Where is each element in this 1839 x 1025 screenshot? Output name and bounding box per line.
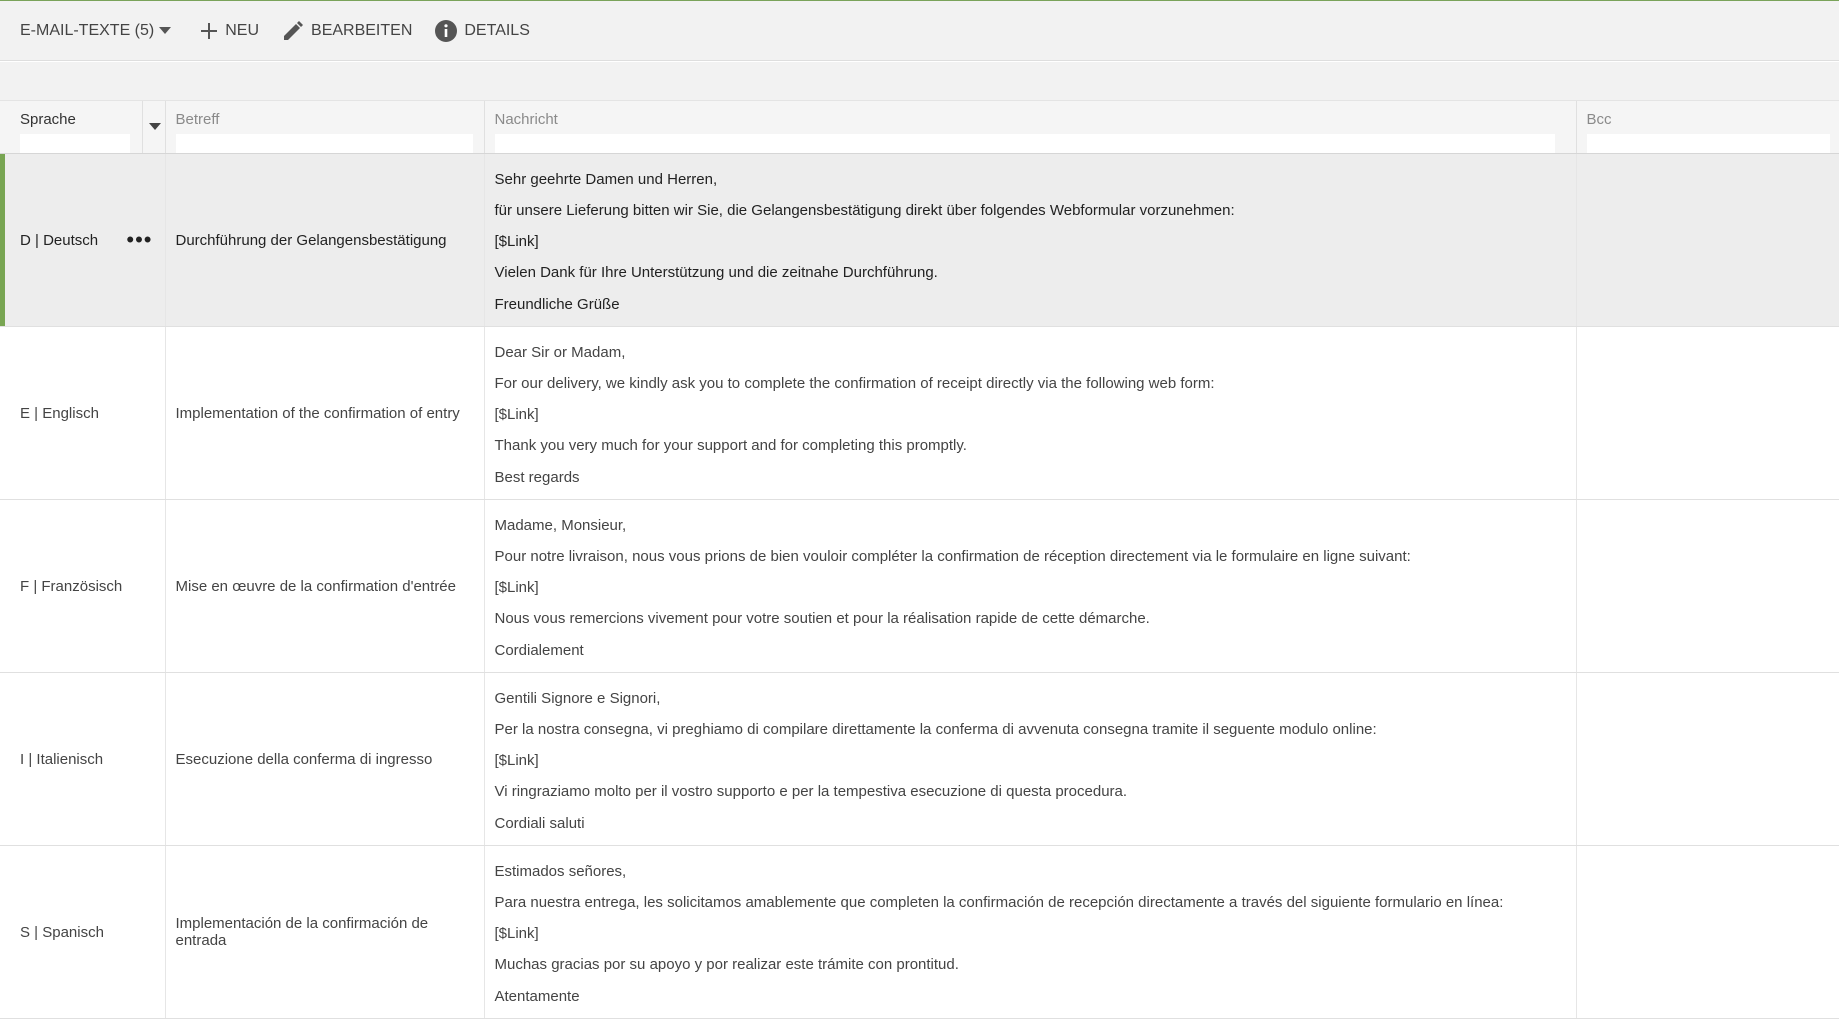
edit-button[interactable]: BEARBEITEN [281,19,412,43]
message-line: Dear Sir or Madam, [494,343,626,361]
column-menu-button[interactable] [142,101,166,153]
message-line: Muchas gracias por su apoyo y por realiz… [494,956,959,974]
message-line: For our delivery, we kindly ask you to c… [494,374,1215,392]
column-label-subject: Betreff [175,111,220,128]
cell-subject[interactable]: Durchführung der Gelangensbestätigung [165,153,485,327]
column-header-subject[interactable]: Betreff [165,101,485,154]
message-line: [$Link] [494,233,539,250]
email-texts-table: Sprache Betreff Nachricht Bcc D | Deutsc… [0,101,1839,1019]
language-value: E | Englisch [20,404,99,422]
cell-bcc[interactable] [1576,672,1839,846]
subject-value: Esecuzione della conferma di ingresso [175,750,433,768]
message-line: [$Link] [494,406,539,423]
language-value: S | Spanisch [20,923,104,941]
filter-input-bcc[interactable] [1586,134,1830,153]
cell-bcc[interactable] [1576,326,1839,500]
group-panel [0,62,1839,101]
new-button-label: NEU [225,21,260,39]
message-line: [$Link] [494,752,539,769]
cell-language[interactable]: E | Englisch [0,326,166,500]
cell-language[interactable]: I | Italienisch [0,672,166,846]
language-value: F | Französisch [20,577,123,595]
message-line: Vielen Dank für Ihre Unterstützung und d… [494,264,938,282]
message-line: Freundliche Grüße [494,295,620,313]
cell-message[interactable]: Dear Sir or Madam, For our delivery, we … [484,326,1577,500]
message-line: Per la nostra consegna, vi preghiamo di … [494,720,1377,738]
more-dots-icon[interactable]: ••• [126,229,152,251]
cell-subject[interactable]: Implementation of the confirmation of en… [165,326,485,500]
cell-subject[interactable]: Esecuzione della conferma di ingresso [165,672,485,846]
filter-input-message[interactable] [494,134,1555,153]
message-line: Cordialement [494,641,584,659]
toolbar: E-MAIL-TEXTE (5) NEU BEARBEITEN DETAILS [0,1,1839,61]
language-value: D | Deutsch [20,231,99,249]
cell-language[interactable]: D | Deutsch ••• [0,153,166,327]
subject-value: Durchführung der Gelangensbestätigung [175,231,447,249]
table-row[interactable]: D | Deutsch ••• Durchführung der Gelange… [0,153,1839,327]
subject-value: Mise en œuvre de la confirmation d'entré… [175,577,457,595]
cell-language[interactable]: S | Spanisch [0,845,166,1019]
column-label-message: Nachricht [494,111,558,128]
table-row[interactable]: I | Italienisch Esecuzione della conferm… [0,672,1839,846]
table-row[interactable]: F | Französisch Mise en œuvre de la conf… [0,499,1839,673]
cell-message[interactable]: Sehr geehrte Damen und Herren, für unser… [484,153,1577,327]
column-label-bcc: Bcc [1586,111,1612,128]
message-line: Estimados señores, [494,862,627,880]
chevron-down-icon [148,123,161,130]
cell-message[interactable]: Madame, Monsieur, Pour notre livraison, … [484,499,1577,673]
cell-bcc[interactable] [1576,499,1839,673]
message-line: Madame, Monsieur, [494,516,627,534]
message-line: Para nuestra entrega, les solicitamos am… [494,893,1504,911]
cell-subject[interactable]: Implementación de la confirmación de ent… [165,845,485,1019]
message-line: Best regards [494,468,580,486]
table-header-row: Sprache Betreff Nachricht Bcc [0,101,1839,154]
message-line: Thank you very much for your support and… [494,437,967,455]
message-line: Nous vous remercions vivement pour votre… [494,610,1150,628]
info-icon [435,19,458,42]
subject-value: Implementation of the confirmation of en… [175,404,460,422]
new-button[interactable]: NEU [199,21,259,41]
cell-bcc[interactable] [1576,845,1839,1019]
email-texts-dropdown[interactable]: E-MAIL-TEXTE (5) [20,22,177,40]
language-value: I | Italienisch [20,750,104,768]
subject-value: Implementación de la confirmación de ent… [175,915,429,949]
plus-icon [201,22,218,39]
email-texts-title: E-MAIL-TEXTE (5) [20,21,155,39]
message-line: Gentili Signore e Signori, [494,689,661,707]
filter-input-language[interactable] [20,134,130,153]
column-header-bcc[interactable]: Bcc [1576,101,1839,154]
column-header-language[interactable]: Sprache [0,101,166,154]
message-line: Vi ringraziamo molto per il vostro suppo… [494,783,1128,801]
message-line: Pour notre livraison, nous vous prions d… [494,547,1411,565]
message-line: [$Link] [494,925,539,942]
cell-message[interactable]: Estimados señores, Para nuestra entrega,… [484,845,1577,1019]
table-row[interactable]: E | Englisch Implementation of the confi… [0,326,1839,500]
chevron-down-icon [159,26,172,34]
message-line: Atentamente [494,987,580,1005]
pencil-icon [284,20,304,40]
details-button-label: DETAILS [464,21,530,39]
column-header-message[interactable]: Nachricht [484,101,1577,154]
column-label-language: Sprache [20,111,76,128]
filter-input-subject[interactable] [175,134,473,153]
cell-subject[interactable]: Mise en œuvre de la confirmation d'entré… [165,499,485,673]
message-line: [$Link] [494,579,539,596]
details-button[interactable]: DETAILS [434,19,530,43]
message-line: Sehr geehrte Damen und Herren, [494,170,718,188]
cell-language[interactable]: F | Französisch [0,499,166,673]
message-line: für unsere Lieferung bitten wir Sie, die… [494,201,1235,219]
cell-bcc[interactable] [1576,153,1839,327]
cell-message[interactable]: Gentili Signore e Signori, Per la nostra… [484,672,1577,846]
table-row[interactable]: S | Spanisch Implementación de la confir… [0,845,1839,1019]
message-line: Cordiali saluti [494,814,585,832]
edit-button-label: BEARBEITEN [311,21,413,39]
